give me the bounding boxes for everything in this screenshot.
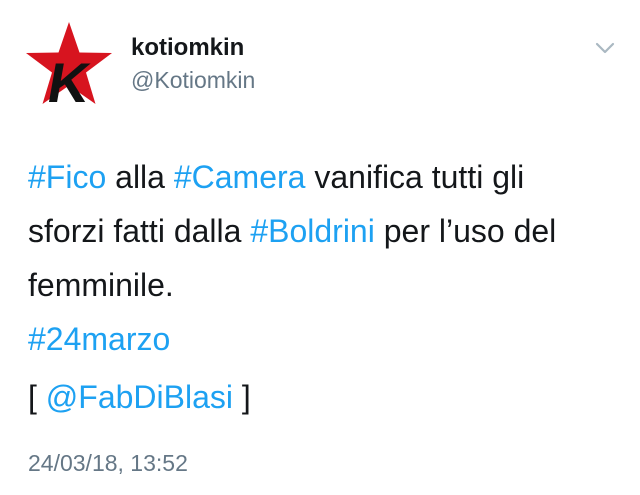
hashtag-link[interactable]: #Boldrini xyxy=(250,213,375,249)
tweet-text-segment: vanifica tutti gli xyxy=(305,159,525,195)
hashtag-link[interactable]: #24marzo xyxy=(28,321,170,357)
bracket-close: ] xyxy=(232,379,251,415)
tweet-text-segment: femminile. xyxy=(28,267,174,303)
mention-link[interactable]: @FabDiBlasi xyxy=(46,379,233,415)
user-handle[interactable]: @Kotiomkin xyxy=(131,65,255,95)
avatar[interactable]: K xyxy=(24,20,114,110)
hashtag-link[interactable]: #Camera xyxy=(174,159,306,195)
tweet-timestamp[interactable]: 24/03/18, 13:52 xyxy=(28,448,188,478)
author-names: kotiomkin @Kotiomkin xyxy=(131,33,255,95)
bracket-open: [ xyxy=(28,379,46,415)
hashtag-link[interactable]: #Fico xyxy=(28,159,106,195)
tweet-text-segment: sforzi fatti dalla xyxy=(28,213,251,249)
tweet-text: #Fico alla #Camera vanifica tutti gli sf… xyxy=(28,150,618,366)
tweet-line: #Fico alla #Camera vanifica tutti gli xyxy=(28,150,618,204)
chevron-down-icon[interactable] xyxy=(594,40,616,56)
tweet-line: femminile. xyxy=(28,258,618,312)
tweet-text-segment: alla xyxy=(106,159,174,195)
tweet-line: #24marzo xyxy=(28,312,618,366)
tweet-card: K kotiomkin @Kotiomkin #Fico alla #Camer… xyxy=(0,0,640,495)
display-name[interactable]: kotiomkin xyxy=(131,33,255,63)
tweet-text-segment: per l’uso del xyxy=(374,213,557,249)
tweet-line: sforzi fatti dalla #Boldrini per l’uso d… xyxy=(28,204,618,258)
via-credit: [ @FabDiBlasi ] xyxy=(28,375,251,419)
